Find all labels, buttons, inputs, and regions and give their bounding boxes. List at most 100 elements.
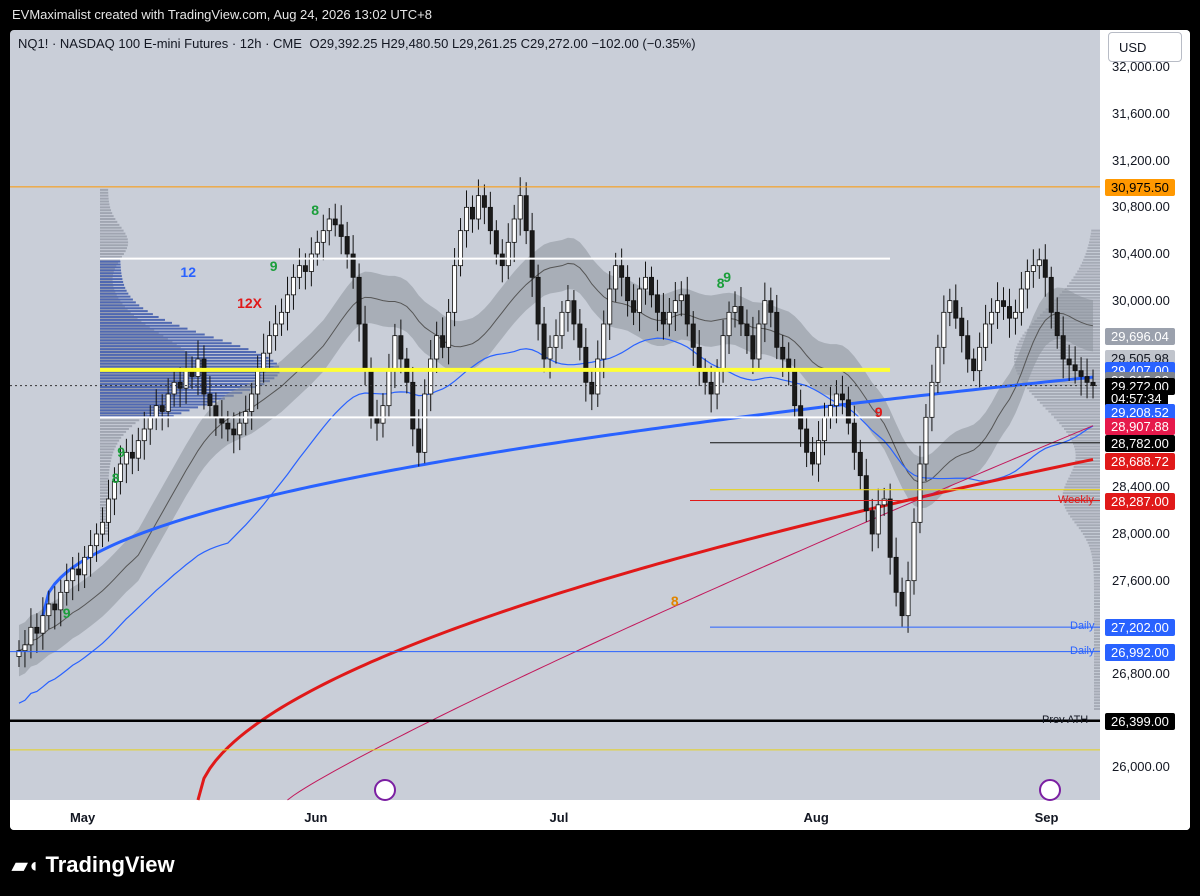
price-tag: 28,688.72 [1105,452,1175,470]
candle-body [941,311,947,348]
candle-body [965,335,971,360]
time-tick-label: Jul [549,810,569,825]
candle-body [129,451,135,459]
candle-body [738,306,744,325]
candle-body [517,195,523,220]
price-tick-label: 26,800.00 [1112,666,1170,681]
candle-body [464,206,469,232]
candle-body [887,498,893,558]
candle-body [487,206,493,232]
candle-body [589,381,595,395]
candle-body [356,276,362,325]
candle-body [332,218,338,226]
level-label: Daily [1070,620,1095,633]
candle-body [863,475,869,512]
candle-body [726,311,732,337]
replay-icon [374,779,396,801]
candle-body [822,416,827,442]
candle-body [672,300,678,313]
candle-body [774,311,780,348]
candle-body [493,230,499,255]
candle-body [469,206,475,220]
candle-body [857,451,863,477]
brand: ▰◖ TradingView [12,852,175,878]
candle-body [643,276,648,290]
time-axis-bg [10,800,1190,830]
candle-body [1030,265,1036,272]
level-label: Daily [1070,644,1095,657]
sequence-count-marker: 8 [670,592,679,609]
candle-body [398,335,404,360]
candle-body [446,311,452,348]
candle-body [147,416,153,430]
candle-body [225,422,231,430]
candle-body [505,241,511,267]
candle-body [308,253,314,272]
candle-body [577,323,583,348]
price-tag: 28,287.00 [1105,492,1175,510]
price-tag: 30,975.50 [1105,178,1175,196]
candle-body [28,626,34,646]
candle-body [153,405,159,418]
price-chart[interactable] [10,30,1190,830]
candle-body [285,294,290,313]
candle-body [780,346,786,360]
candle-body [255,370,261,395]
candle-body [959,317,965,337]
moving-average-band [18,237,1094,677]
candle-body [935,346,941,383]
candle-body [302,265,308,272]
tradingview-logo-icon: ▰◖ [12,854,40,877]
price-tick-label: 26,000.00 [1112,759,1170,775]
chart-attribution: EVMaximalist created with TradingView.co… [12,7,432,22]
candle-body [440,335,446,348]
symbol-title: NQ1! · NASDAQ 100 E-mini Futures · 12h ·… [18,36,302,51]
candle-body [833,393,839,407]
candle-body [1024,271,1030,290]
candle-body [905,580,911,617]
candle-body [756,323,762,360]
candle-body [475,195,481,220]
candle-body [88,545,94,558]
sequence-count-marker: 9 [117,444,125,461]
candle-body [923,416,929,465]
candle-body [141,428,147,442]
candle-body [571,300,577,325]
candle-body [1036,259,1042,267]
candle-body [1054,311,1060,337]
candle-body [46,603,52,617]
candle-body [273,323,279,337]
price-tag: 26,399.00 [1105,712,1175,730]
candle-body [362,323,368,372]
candle-body [344,236,350,255]
candle-body [34,626,40,634]
candle-body [70,568,76,582]
currency-button[interactable]: USD [1108,32,1182,62]
candle-body [511,218,517,243]
candle-body [1078,370,1084,377]
candle-body [690,323,696,348]
price-tag: 28,782.00 [1105,434,1175,452]
candle-body [523,195,529,232]
candle-body [983,323,989,348]
brand-name: TradingView [45,852,175,877]
candle-body [171,381,177,395]
candle-body [1060,335,1066,360]
candle-body [529,230,535,278]
candle-body [839,393,845,401]
candle-body [380,405,386,424]
candle-body [1072,364,1078,372]
candle-body [810,451,816,465]
candle-body [105,498,111,523]
candle-body [631,300,637,313]
candle-body [989,311,995,325]
price-tick-label: 30,400.00 [1112,246,1170,261]
candle-body [804,428,810,453]
candle-body [732,306,738,313]
chart-pane[interactable]: NQ1! · NASDAQ 100 E-mini Futures · 12h ·… [10,30,1190,830]
candle-body [547,346,553,360]
symbol-legend[interactable]: NQ1! · NASDAQ 100 E-mini Futures · 12h ·… [18,36,696,51]
price-tag: 29,696.04 [1105,328,1175,346]
candle-body [267,335,273,354]
candle-body [917,463,923,523]
